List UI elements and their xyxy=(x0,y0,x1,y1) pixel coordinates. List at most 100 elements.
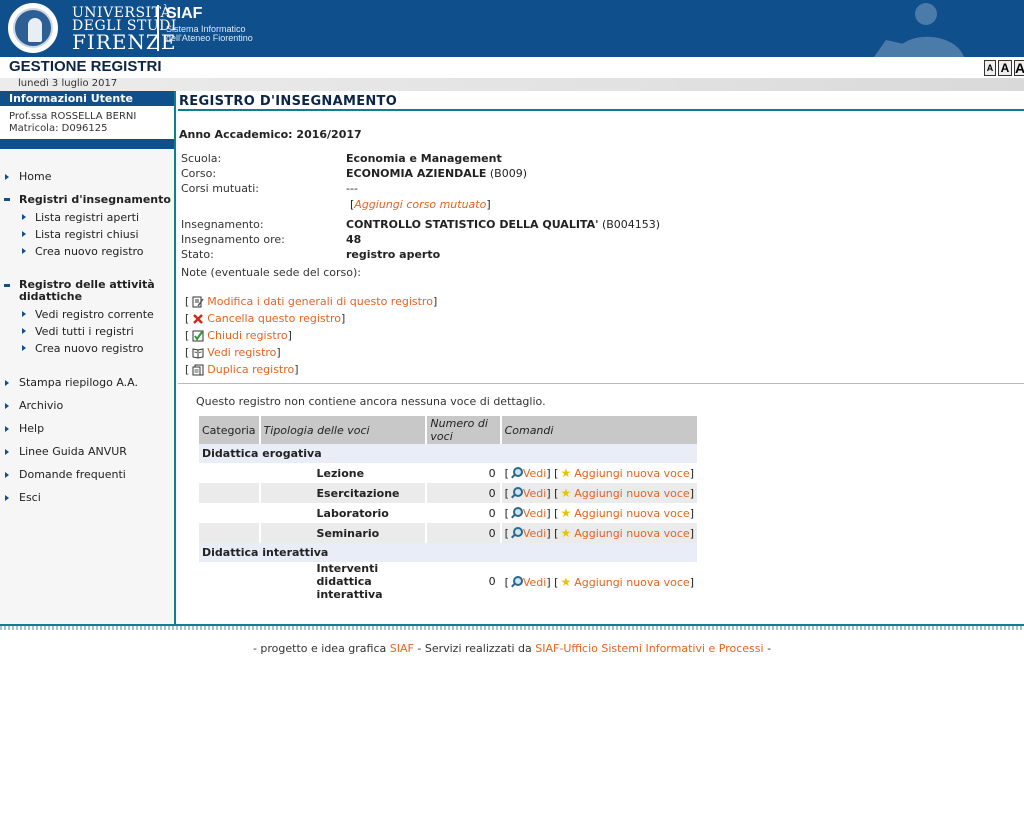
sidebar-section-registro-attivita[interactable]: Registro delle attività didattiche xyxy=(0,279,174,303)
tipologia-cell: Laboratorio xyxy=(260,503,426,523)
action-duplica: [ Duplica registro] xyxy=(185,363,299,376)
arrow-right-icon xyxy=(5,495,9,501)
action-vedi: [ Vedi registro] xyxy=(185,346,281,359)
star-icon: ★ xyxy=(560,506,572,520)
app-title-bar: GESTIONE REGISTRI A A A xyxy=(0,57,1024,78)
comandi-cell: [Vedi] [★ Aggiungi nuova voce] xyxy=(501,562,697,601)
footer-text-part2: - Servizi realizzati da xyxy=(417,642,532,655)
font-size-small-button[interactable]: A xyxy=(984,60,996,76)
sidebar-item-lista-registri-aperti[interactable]: Lista registri aperti xyxy=(0,211,174,224)
table-row: Lezione 0 [Vedi] [★ Aggiungi nuova voce] xyxy=(199,463,697,483)
empty-register-message: Questo registro non contiene ancora ness… xyxy=(196,395,546,408)
aggiungi-voce-link[interactable]: Aggiungi nuova voce xyxy=(574,527,690,540)
user-info: Prof.ssa ROSSELLA BERNI Matricola: D0961… xyxy=(0,106,174,139)
vedi-link[interactable]: Vedi xyxy=(523,467,546,480)
footer-text-part3: - xyxy=(767,642,772,655)
arrow-right-icon xyxy=(5,472,9,478)
action-modifica: [ Modifica i dati generali di questo reg… xyxy=(185,295,438,308)
sidebar-item-label: Lista registri chiusi xyxy=(35,228,139,241)
sidebar-item-home[interactable]: Home xyxy=(0,170,174,183)
user-name: Prof.ssa ROSSELLA BERNI xyxy=(9,111,137,122)
sidebar-section-label: Registri d'insegnamento xyxy=(19,193,171,206)
sidebar-item-archivio[interactable]: Archivio xyxy=(0,399,174,412)
column-header-comandi: Comandi xyxy=(501,416,697,444)
sidebar-item-label: Crea nuovo registro xyxy=(35,245,144,258)
column-header-numero: Numero di voci xyxy=(427,416,500,444)
tipologia-cell: Esercitazione xyxy=(260,483,426,503)
sidebar-item-help[interactable]: Help xyxy=(0,422,174,435)
vedi-link[interactable]: Vedi xyxy=(523,576,546,589)
star-icon: ★ xyxy=(560,574,572,589)
sidebar-item-linee-guida-anvur[interactable]: Linee Guida ANVUR xyxy=(0,445,174,458)
stato-value: registro aperto xyxy=(346,248,440,261)
stato-label: Stato: xyxy=(181,248,214,261)
category-cell xyxy=(199,523,259,543)
star-icon: ★ xyxy=(560,526,572,540)
section-divider xyxy=(178,383,1024,384)
chiudi-registro-link[interactable]: Chiudi registro xyxy=(207,329,287,342)
siaf-logo-title[interactable]: SIAF xyxy=(166,5,202,23)
delete-cross-icon xyxy=(192,313,204,325)
arrow-right-icon xyxy=(5,380,9,386)
duplica-registro-link[interactable]: Duplica registro xyxy=(207,363,294,376)
modifica-registro-link[interactable]: Modifica i dati generali di questo regis… xyxy=(207,295,433,308)
date-bar: lunedì 3 luglio 2017 xyxy=(0,78,1024,91)
category-cell xyxy=(199,562,259,601)
university-name-line3: FIRENZE xyxy=(72,30,177,54)
sidebar-item-esci[interactable]: Esci xyxy=(0,491,174,504)
sidebar-item-label: Domande frequenti xyxy=(19,468,126,481)
sidebar-item-vedi-tutti-registri[interactable]: Vedi tutti i registri xyxy=(0,325,174,338)
tipologia-cell: Lezione xyxy=(260,463,426,483)
numero-cell: 0 xyxy=(427,562,500,601)
font-size-medium-button[interactable]: A xyxy=(998,60,1012,76)
voci-table: Categoria Tipologia delle voci Numero di… xyxy=(197,416,699,601)
arrow-right-icon xyxy=(5,174,9,180)
magnifier-icon xyxy=(510,527,523,539)
vedi-link[interactable]: Vedi xyxy=(523,507,546,520)
arrow-right-icon xyxy=(5,426,9,432)
corso-label: Corso: xyxy=(181,167,217,180)
corso-code: (B009) xyxy=(489,167,527,180)
scuola-value-text: Economia e Management xyxy=(346,152,502,165)
star-icon: ★ xyxy=(560,486,572,500)
sidebar-item-label: Vedi registro corrente xyxy=(35,308,154,321)
category-cell xyxy=(199,463,259,483)
aggiungi-voce-link[interactable]: Aggiungi nuova voce xyxy=(574,467,690,480)
vedi-link[interactable]: Vedi xyxy=(523,527,546,540)
arrow-right-icon xyxy=(22,345,26,351)
comandi-cell: [Vedi] [★ Aggiungi nuova voce] xyxy=(501,523,697,543)
font-size-large-button[interactable]: A xyxy=(1014,60,1024,76)
university-seal-logo[interactable] xyxy=(8,3,58,53)
sidebar-item-crea-nuovo-registro[interactable]: Crea nuovo registro xyxy=(0,245,174,258)
sidebar-item-stampa-riepilogo[interactable]: Stampa riepilogo A.A. xyxy=(0,376,174,389)
cancella-registro-link[interactable]: Cancella questo registro xyxy=(207,312,341,325)
aggiungi-voce-link[interactable]: Aggiungi nuova voce xyxy=(574,507,690,520)
aggiungi-voce-link[interactable]: Aggiungi nuova voce xyxy=(574,487,690,500)
numero-cell: 0 xyxy=(427,523,500,543)
scuola-label: Scuola: xyxy=(181,152,222,165)
aggiungi-corso-mutuato-link[interactable]: Aggiungi corso mutuato xyxy=(354,198,486,211)
category-cell xyxy=(199,483,259,503)
sidebar-item-vedi-registro-corrente[interactable]: Vedi registro corrente xyxy=(0,308,174,321)
aggiungi-voce-link[interactable]: Aggiungi nuova voce xyxy=(574,576,690,589)
numero-cell: 0 xyxy=(427,463,500,483)
sidebar-item-domande-frequenti[interactable]: Domande frequenti xyxy=(0,468,174,481)
site-header: UNIVERSITÀ DEGLI STUDI FIRENZE SIAF Sist… xyxy=(0,0,1024,57)
vedi-registro-link[interactable]: Vedi registro xyxy=(207,346,276,359)
sidebar-item-crea-nuovo-registro-attivita[interactable]: Crea nuovo registro xyxy=(0,342,174,355)
category-name: Didattica erogativa xyxy=(199,444,697,463)
footer-ufficio-link[interactable]: SIAF-Ufficio Sistemi Informativi e Proce… xyxy=(535,642,763,655)
scuola-value: Economia e Management xyxy=(346,152,502,165)
title-divider xyxy=(178,109,1024,111)
collapse-minus-icon xyxy=(4,198,10,201)
sidebar-item-lista-registri-chiusi[interactable]: Lista registri chiusi xyxy=(0,228,174,241)
sidebar-section-registri-insegnamento[interactable]: Registri d'insegnamento xyxy=(0,193,174,206)
category-row: Didattica interattiva xyxy=(199,543,697,562)
user-matricola: Matricola: D096125 xyxy=(9,123,108,134)
vedi-link[interactable]: Vedi xyxy=(523,487,546,500)
magnifier-icon xyxy=(510,507,523,519)
footer-siaf-link[interactable]: SIAF xyxy=(390,642,414,655)
category-name: Didattica interattiva xyxy=(199,543,697,562)
user-info-band xyxy=(0,139,174,149)
magnifier-icon xyxy=(510,467,523,479)
